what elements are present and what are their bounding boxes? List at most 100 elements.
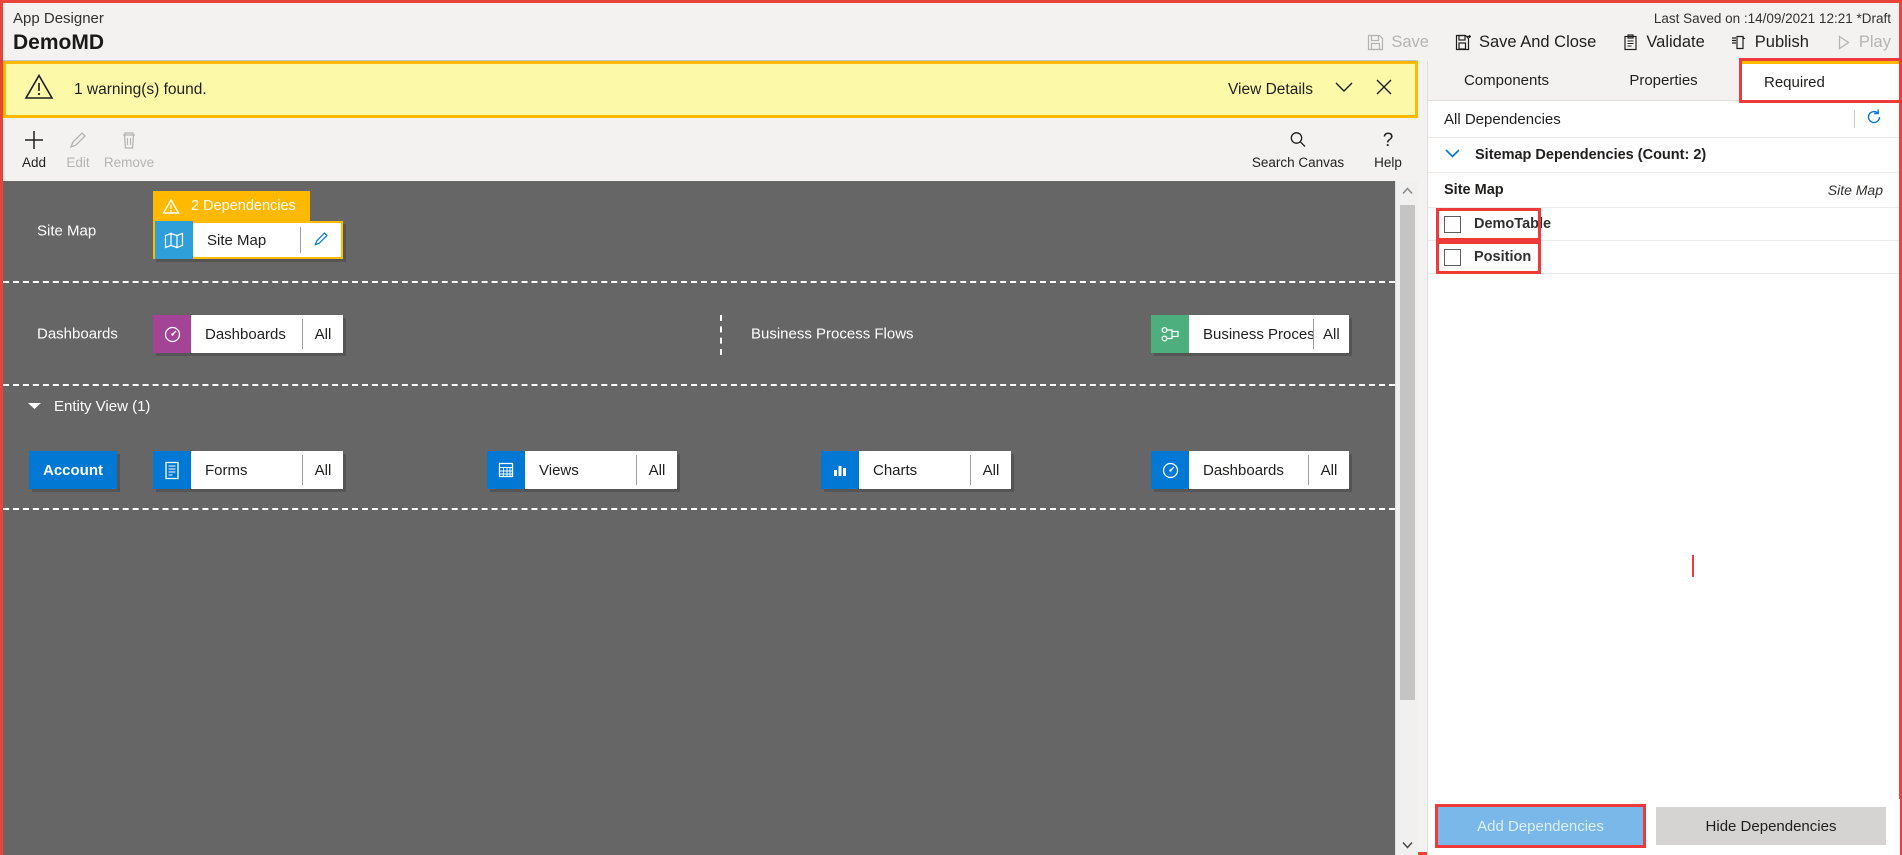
bpf-tile-count: All (1322, 325, 1340, 343)
add-dependencies-button[interactable]: Add Dependencies (1438, 807, 1643, 845)
save-button[interactable]: Save (1365, 31, 1431, 54)
play-icon (1835, 34, 1852, 51)
all-dependencies-actions (1854, 108, 1883, 131)
tab-properties-label: Properties (1629, 72, 1698, 89)
panel-tabs: Components Properties Required (1428, 58, 1902, 103)
text-cursor-caret (1692, 555, 1694, 577)
entity-tile-count: All (982, 461, 1000, 479)
scroll-up-arrow-icon[interactable] (1396, 181, 1419, 201)
play-button[interactable]: Play (1833, 31, 1893, 54)
dependency-row-demotable[interactable]: DemoTable (1428, 208, 1899, 241)
canvas-band-entity-view: Entity View (1) Account Forms All Views (3, 386, 1395, 510)
tab-properties[interactable]: Properties (1585, 61, 1742, 100)
tab-components[interactable]: Components (1428, 61, 1585, 100)
dashboards-tile-name: Dashboards (205, 325, 286, 343)
play-label: Play (1858, 33, 1891, 51)
sitemap-band-label: Site Map (37, 222, 97, 240)
save-and-close-icon (1455, 34, 1472, 51)
required-dependencies-panel: Components Properties Required All Depen… (1427, 58, 1902, 855)
canvas-band-dashboards: Dashboards Dashboards All Business Proce… (3, 283, 1395, 386)
tab-required[interactable]: Required (1739, 58, 1902, 103)
save-label: Save (1391, 33, 1429, 51)
entity-chip-account[interactable]: Account (29, 451, 117, 489)
all-dependencies-row: All Dependencies (1428, 101, 1899, 138)
tab-components-label: Components (1463, 72, 1550, 89)
entity-tile-name: Dashboards (1203, 461, 1284, 479)
close-icon[interactable] (1375, 78, 1393, 101)
dashboard-icon (153, 315, 191, 353)
help-label: Help (1374, 155, 1402, 170)
process-flow-icon (1151, 315, 1189, 353)
entity-tile-count: All (648, 461, 666, 479)
warning-banner: 1 warning(s) found. View Details (3, 61, 1418, 118)
scroll-down-arrow-icon[interactable] (1396, 835, 1419, 855)
remove-label: Remove (103, 155, 155, 170)
dependency-checkbox[interactable] (1444, 215, 1461, 233)
search-canvas-button[interactable]: Search Canvas (1245, 127, 1351, 170)
publish-icon (1731, 34, 1748, 51)
sitemap-section-right: Site Map (1827, 182, 1883, 198)
sitemap-edit-icon[interactable] (301, 230, 341, 251)
warning-triangle-icon (24, 73, 54, 106)
dependency-badge-text: 2 Dependencies (191, 198, 296, 214)
view-details-link[interactable]: View Details (1228, 81, 1313, 99)
remove-button[interactable]: Remove (98, 127, 160, 170)
app-designer-kicker: App Designer (13, 10, 104, 27)
search-icon (1245, 127, 1351, 153)
panel-footer: Add Dependencies Hide Dependencies (1428, 799, 1900, 855)
warning-message: 1 warning(s) found. (74, 80, 207, 98)
dependency-row-position[interactable]: Position (1428, 241, 1899, 274)
dependency-checkbox[interactable] (1444, 248, 1461, 266)
entity-tile-count: All (1320, 461, 1338, 479)
trash-icon (98, 127, 160, 153)
entity-tile-forms[interactable]: Forms All (153, 451, 343, 489)
refresh-icon[interactable] (1865, 108, 1883, 131)
canvas-band-sitemap: Site Map 2 Dependencies Site Map (3, 181, 1395, 283)
entity-tile-name: Charts (873, 461, 918, 479)
entity-tile-name: Forms (205, 461, 248, 479)
sitemap-tile[interactable]: Site Map (153, 221, 343, 259)
entity-tile-count: All (314, 461, 332, 479)
warning-actions: View Details (1228, 78, 1393, 101)
bpf-tile[interactable]: Business Proces... All (1151, 315, 1349, 353)
hide-dependencies-button[interactable]: Hide Dependencies (1656, 807, 1886, 845)
save-icon (1367, 34, 1384, 51)
help-button[interactable]: ? Help (1363, 127, 1413, 170)
publish-label: Publish (1754, 33, 1809, 51)
entity-tile-charts[interactable]: Charts All (821, 451, 1011, 489)
entity-view-label: Entity View (1) (54, 398, 151, 415)
app-designer-window: App Designer DemoMD Last Saved on :14/09… (0, 0, 1902, 855)
entity-tile-views[interactable]: Views All (487, 451, 677, 489)
validate-icon (1622, 34, 1639, 51)
scrollbar-thumb[interactable] (1400, 205, 1415, 700)
dependency-badge[interactable]: 2 Dependencies (153, 191, 310, 221)
all-dependencies-label: All Dependencies (1444, 110, 1561, 128)
caret-down-icon (27, 398, 42, 415)
canvas-vertical-scrollbar[interactable] (1395, 181, 1418, 855)
entity-tile-dashboards[interactable]: Dashboards All (1151, 451, 1349, 489)
sitemap-section-left: Site Map (1444, 182, 1504, 198)
sitemap-section-row: Site Map Site Map (1428, 173, 1899, 208)
dashboards-band-label: Dashboards (37, 325, 118, 342)
dependency-name: DemoTable (1474, 216, 1552, 232)
save-and-close-label: Save And Close (1478, 33, 1597, 51)
forms-icon (153, 451, 191, 489)
bpf-tile-name: Business Proces... (1203, 325, 1313, 343)
bpf-divider (720, 315, 722, 355)
dashboards-tile[interactable]: Dashboards All (153, 315, 343, 353)
validate-label: Validate (1646, 33, 1705, 51)
views-grid-icon (487, 451, 525, 489)
app-designer-canvas: Site Map 2 Dependencies Site Map Dashboa… (3, 181, 1395, 855)
search-canvas-label: Search Canvas (1251, 155, 1345, 170)
sitemap-dependencies-group[interactable]: Sitemap Dependencies (Count: 2) (1428, 138, 1899, 173)
entity-view-header[interactable]: Entity View (1) (27, 398, 150, 415)
dashboards-tile-count: All (314, 325, 332, 343)
question-mark-icon: ? (1363, 127, 1413, 153)
publish-button[interactable]: Publish (1729, 31, 1811, 54)
save-and-close-button[interactable]: Save And Close (1453, 31, 1598, 54)
chevron-down-icon[interactable] (1333, 80, 1355, 99)
app-name-title: DemoMD (13, 31, 105, 54)
app-header: App Designer DemoMD Last Saved on :14/09… (3, 3, 1899, 61)
warning-triangle-icon (153, 191, 189, 221)
validate-button[interactable]: Validate (1620, 31, 1706, 54)
